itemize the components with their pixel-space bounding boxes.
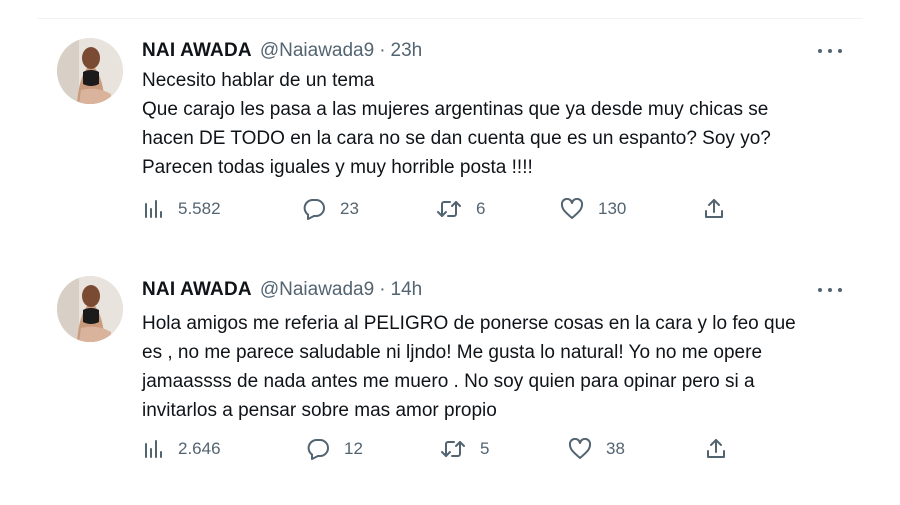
share-icon — [705, 199, 723, 218]
retweet-button[interactable]: 6 — [436, 196, 485, 222]
user-handle[interactable]: @Naiawada9 — [260, 279, 374, 301]
reply-icon — [303, 199, 325, 220]
tweet-header: NAI AWADA @Naiawada9 · 14h — [142, 278, 422, 302]
tweet-text: Necesito hablar de un tema Que carajo le… — [142, 66, 842, 182]
reply-count: 12 — [344, 439, 363, 458]
tweet-text-line: jamaassss de nada antes me muero . No so… — [142, 371, 755, 392]
share-button[interactable] — [704, 436, 728, 462]
tweet-text-line: invitarlos a pensar sobre mas amor propi… — [142, 400, 497, 421]
reply-count: 23 — [340, 199, 359, 218]
like-icon — [568, 438, 592, 459]
separator-dot: · — [379, 279, 386, 300]
share-icon — [707, 439, 725, 458]
display-name[interactable]: NAI AWADA — [142, 279, 252, 301]
avatar-photo — [57, 38, 123, 104]
reply-button[interactable]: 23 — [302, 196, 359, 222]
like-button[interactable]: 38 — [568, 436, 625, 462]
views-button[interactable]: 2.646 — [142, 436, 221, 462]
user-handle[interactable]: @Naiawada9 — [260, 40, 374, 62]
like-button[interactable]: 130 — [560, 196, 626, 222]
timestamp[interactable]: 23h — [391, 40, 423, 62]
tweet-text-line: Que carajo les pasa a las mujeres argent… — [142, 99, 769, 120]
views-count: 5.582 — [178, 199, 221, 218]
more-icon[interactable] — [818, 282, 842, 298]
reply-icon — [307, 439, 329, 460]
tweet-text-line: Hola amigos me referia al PELIGRO de pon… — [142, 313, 796, 334]
timestamp[interactable]: 14h — [391, 279, 423, 301]
views-icon — [145, 440, 162, 458]
retweet-button[interactable]: 5 — [440, 436, 489, 462]
avatar[interactable] — [57, 276, 123, 342]
retweet-icon — [441, 441, 465, 457]
retweet-icon — [437, 201, 461, 217]
retweet-count: 5 — [480, 439, 490, 458]
more-icon[interactable] — [818, 43, 842, 59]
tweet-actions: 5.582 23 6 130 — [142, 196, 742, 222]
avatar[interactable] — [57, 38, 123, 104]
reply-button[interactable]: 12 — [306, 436, 363, 462]
tweet-text-line: Necesito hablar de un tema — [142, 70, 375, 91]
tweet-text-line: hacen DE TODO en la cara no se dan cuent… — [142, 128, 771, 149]
tweet-actions: 2.646 12 5 38 — [142, 436, 742, 462]
like-count: 130 — [598, 199, 627, 218]
separator-dot: · — [379, 40, 386, 61]
views-icon — [145, 200, 162, 218]
views-count: 2.646 — [178, 439, 221, 458]
retweet-count: 6 — [476, 199, 486, 218]
tweet-header: NAI AWADA @Naiawada9 · 23h — [142, 39, 422, 63]
tweet-text-line: es , no me parece saludable ni ljndo! Me… — [142, 342, 763, 363]
share-button[interactable] — [702, 196, 726, 222]
tweet-text-line: Parecen todas iguales y muy horrible pos… — [142, 157, 533, 178]
tweet[interactable]: NAI AWADA @Naiawada9 · 23h Necesito habl… — [0, 0, 900, 250]
avatar-photo — [57, 276, 123, 342]
views-button[interactable]: 5.582 — [142, 196, 221, 222]
tweet-text: Hola amigos me referia al PELIGRO de pon… — [142, 309, 842, 425]
like-count: 38 — [606, 439, 625, 458]
tweet[interactable]: NAI AWADA @Naiawada9 · 14h Hola amigos m… — [0, 250, 900, 500]
like-icon — [560, 198, 584, 219]
display-name[interactable]: NAI AWADA — [142, 40, 252, 62]
